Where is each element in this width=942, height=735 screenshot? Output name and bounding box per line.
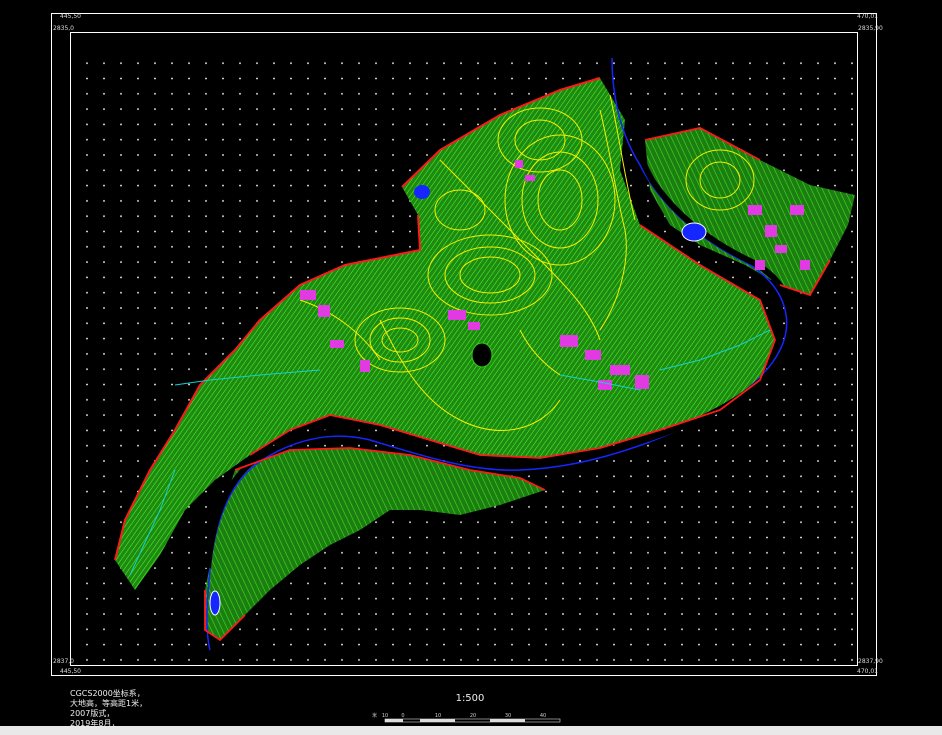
- corner-label-left-bottom: 2837,0: [53, 658, 74, 665]
- spec-note: 2007版式，: [70, 709, 115, 718]
- status-strip: [0, 726, 942, 735]
- scale-tick-label: 0: [401, 713, 404, 719]
- inner-frame: [70, 32, 858, 666]
- corner-label-right-bottom: 2837,90: [858, 658, 883, 665]
- scale-bar: 米 10 0 10 20 30 40: [372, 712, 561, 723]
- corner-label-top-left: 445,50: [60, 13, 81, 20]
- corner-label-bottom-left: 445,50: [60, 668, 81, 675]
- scale-ratio: 1:500: [455, 693, 485, 704]
- scale-tick-label: 20: [470, 713, 476, 719]
- scale-tick-label: 30: [505, 713, 511, 719]
- scale-unit-label: 米: [372, 712, 377, 719]
- datum-note: 大地高，等高距1米，: [70, 699, 148, 708]
- corner-label-left-top: 2835,0: [53, 25, 74, 32]
- map-canvas: 445,50 2835,0 470,01 2835,90 2837,0 445,…: [0, 0, 942, 735]
- scale-tick-label: 40: [540, 713, 546, 719]
- corner-label-top-right: 470,01: [857, 13, 878, 20]
- corner-label-right-top: 2835,90: [858, 25, 883, 32]
- corner-label-bottom-right: 470,01: [857, 668, 878, 675]
- scale-tick-label: 10: [382, 713, 388, 719]
- scale-tick-label: 10: [435, 713, 441, 719]
- crs-note: CGCS2000坐标系，: [70, 689, 145, 698]
